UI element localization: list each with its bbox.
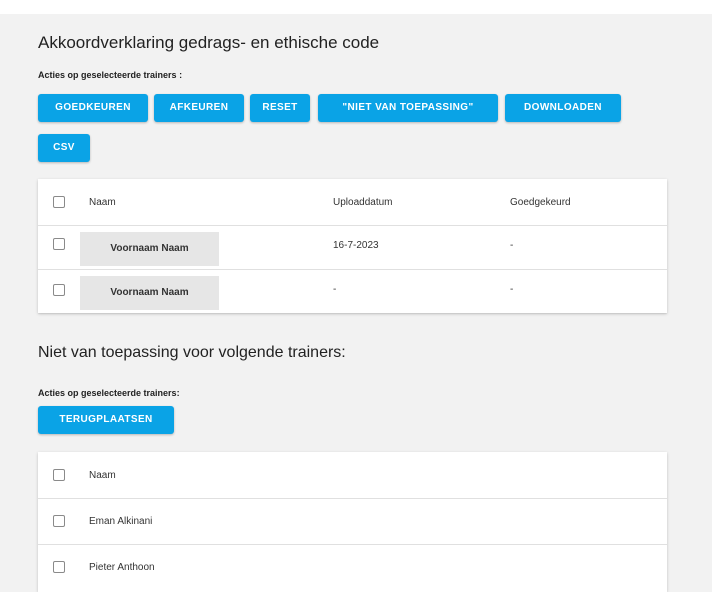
row-checkbox[interactable] — [53, 561, 65, 573]
actions-label: Acties op geselecteerde trainers: — [38, 388, 180, 398]
trainers-table: Naam Uploaddatum Goedgekeurd Voornaam Na… — [38, 179, 667, 313]
trainer-name-cell: Pieter Anthoon — [89, 562, 155, 573]
not-applicable-button[interactable]: "NIET VAN TOEPASSING" — [318, 94, 498, 122]
column-header-approved: Goedgekeurd — [510, 197, 571, 208]
table-header-row: Naam — [38, 452, 667, 499]
select-all-checkbox[interactable] — [53, 196, 65, 208]
column-header-name: Naam — [89, 470, 116, 481]
csv-button[interactable]: CSV — [38, 134, 90, 162]
trainer-name-cell: Eman Alkinani — [89, 516, 153, 527]
approved-cell: - — [510, 240, 514, 251]
column-header-upload-date: Uploaddatum — [333, 197, 393, 208]
approve-button[interactable]: GOEDKEUREN — [38, 94, 148, 122]
select-all-checkbox[interactable] — [53, 469, 65, 481]
table-row: Eman Alkinani — [38, 499, 667, 545]
reject-button[interactable]: AFKEUREN — [154, 94, 244, 122]
actions-label: Acties op geselecteerde trainers : — [38, 70, 183, 80]
restore-button[interactable]: TERUGPLAATSEN — [38, 406, 174, 434]
table-row: Voornaam Naam - - — [38, 270, 667, 314]
row-checkbox[interactable] — [53, 238, 65, 250]
not-applicable-title: Niet van toepassing voor volgende traine… — [38, 344, 346, 361]
top-strip — [0, 0, 712, 14]
not-applicable-table: Naam Eman Alkinani Pieter Anthoon — [38, 452, 667, 592]
download-button[interactable]: DOWNLOADEN — [505, 94, 621, 122]
upload-date-cell: - — [333, 284, 337, 295]
row-checkbox[interactable] — [53, 284, 65, 296]
trainer-name-chip[interactable]: Voornaam Naam — [80, 276, 219, 310]
table-row: Voornaam Naam 16-7-2023 - — [38, 226, 667, 270]
column-header-name: Naam — [89, 197, 116, 208]
reset-button[interactable]: RESET — [250, 94, 310, 122]
row-checkbox[interactable] — [53, 515, 65, 527]
approved-cell: - — [510, 284, 514, 295]
table-header-row: Naam Uploaddatum Goedgekeurd — [38, 179, 667, 226]
page-title: Akkoordverklaring gedrags- en ethische c… — [38, 33, 380, 52]
table-row: Pieter Anthoon — [38, 545, 667, 590]
trainer-name-chip[interactable]: Voornaam Naam — [80, 232, 219, 266]
upload-date-cell: 16-7-2023 — [333, 240, 379, 251]
